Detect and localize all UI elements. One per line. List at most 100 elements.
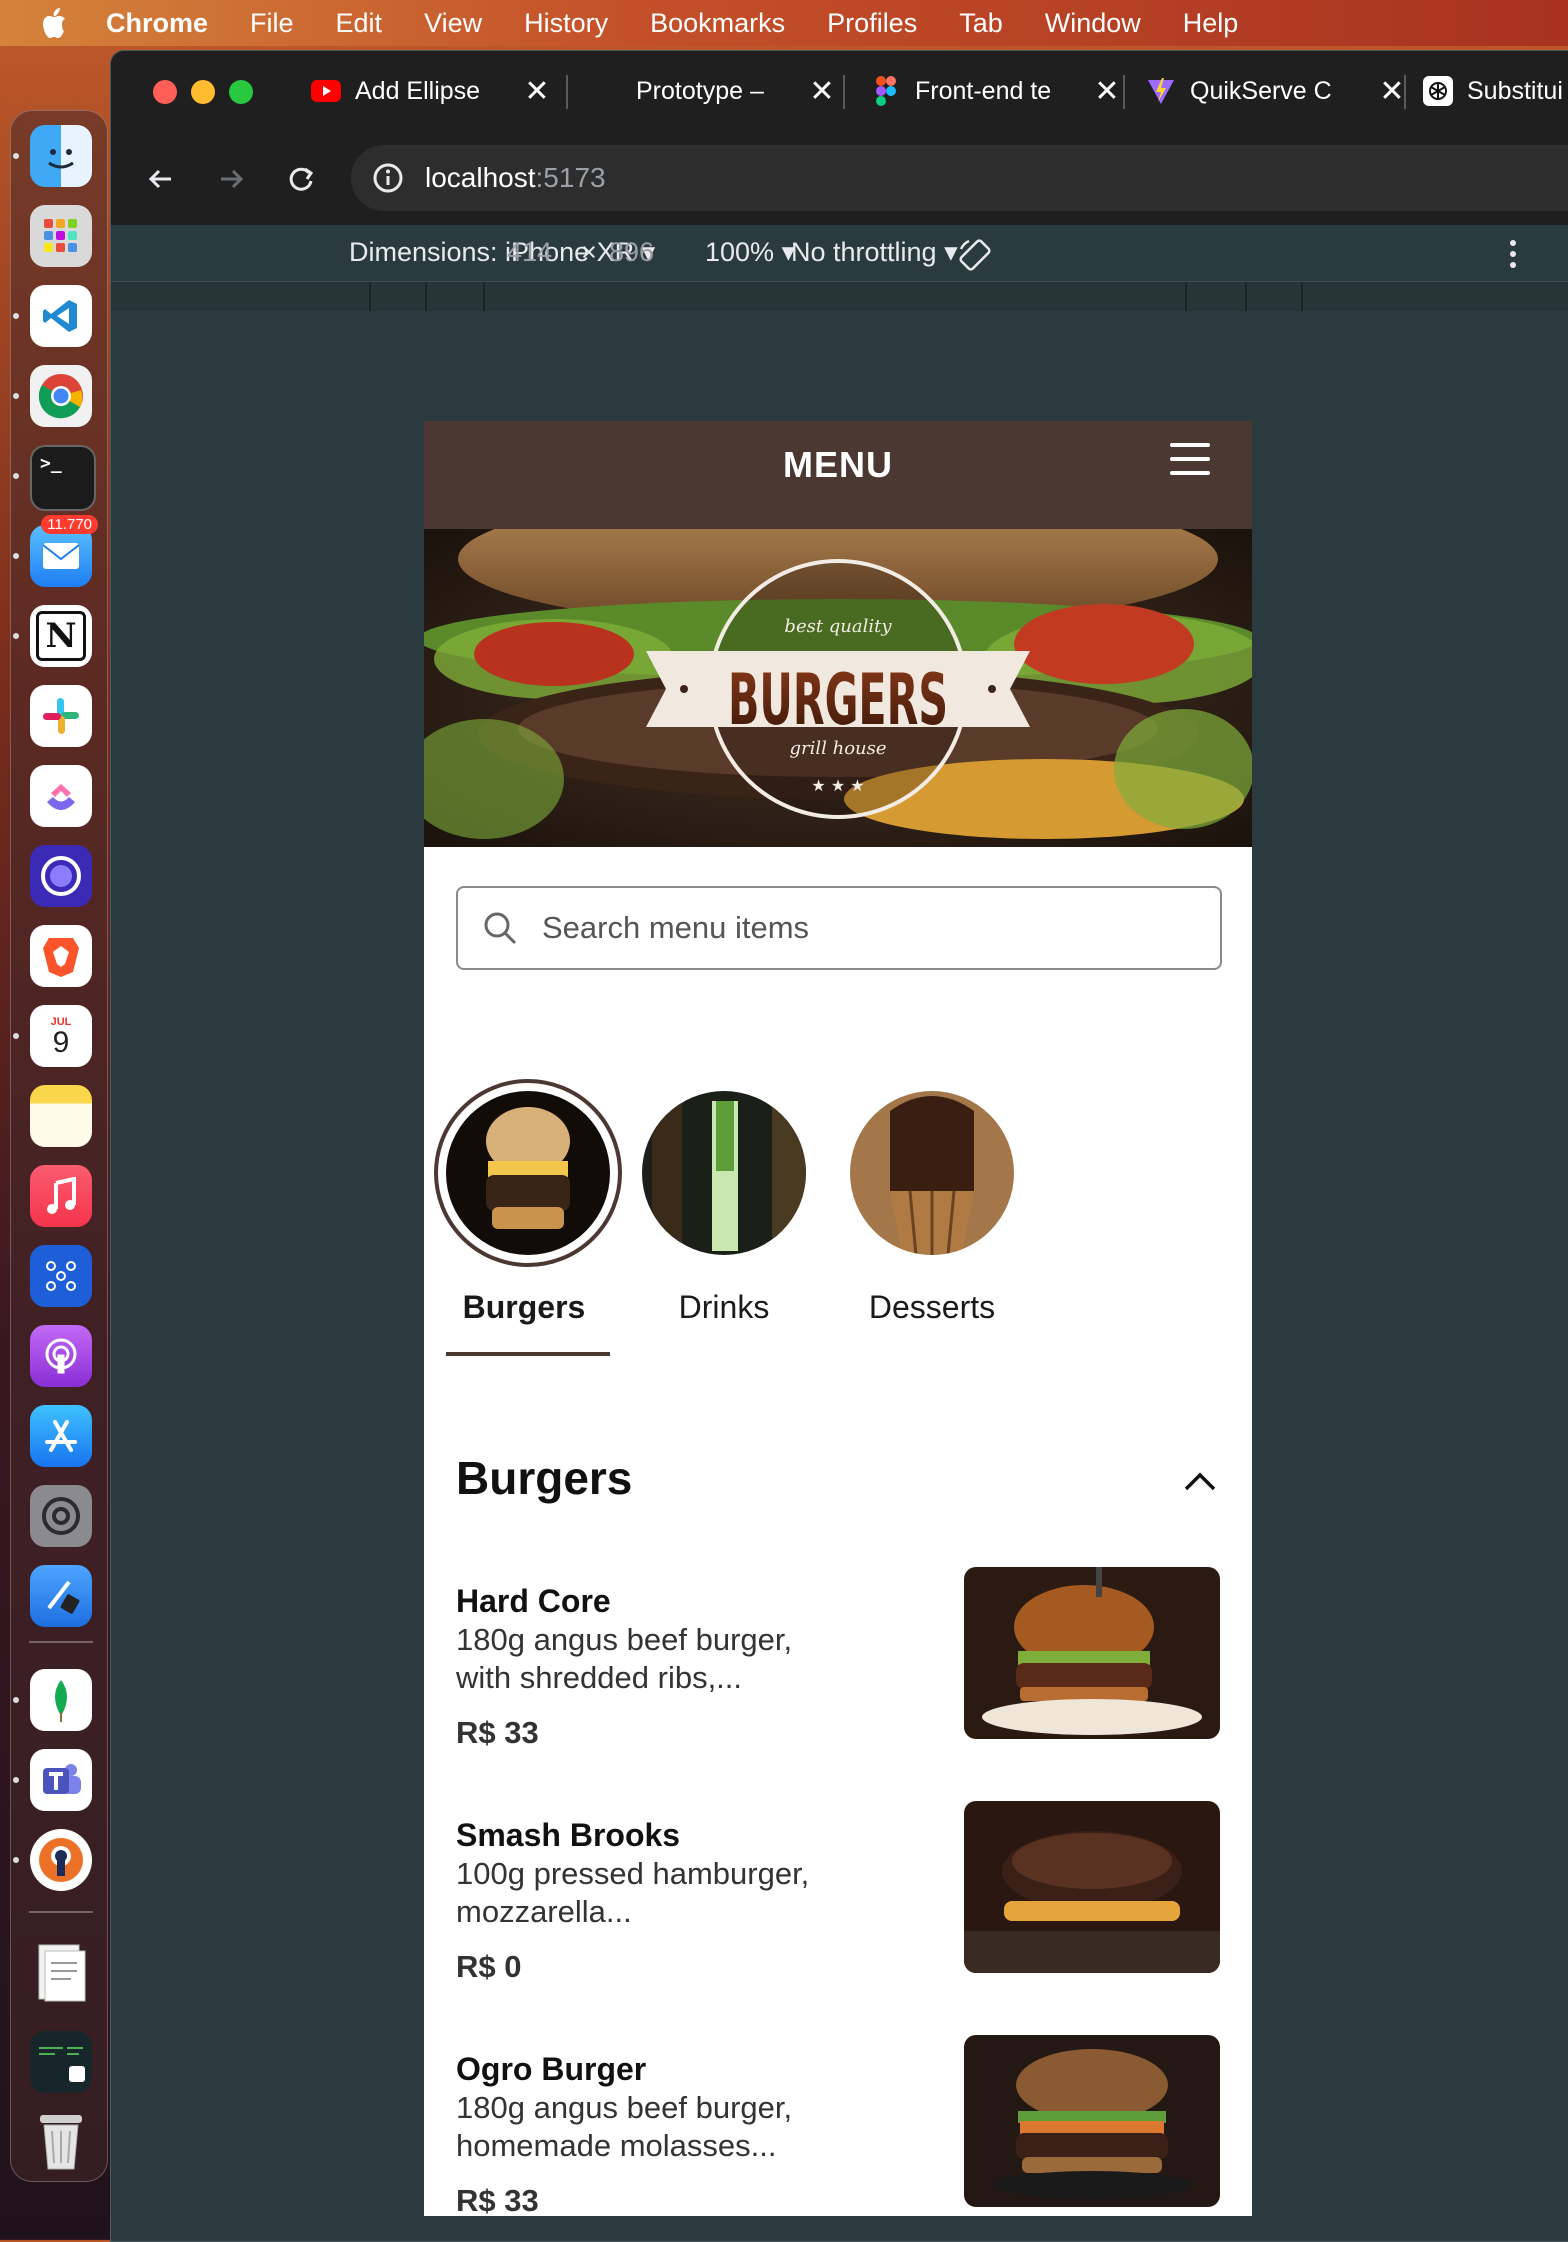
- device-height-input[interactable]: 896: [609, 237, 654, 268]
- close-window-button[interactable]: [153, 80, 177, 104]
- trash-icon[interactable]: [30, 2111, 92, 2173]
- reload-icon[interactable]: [281, 159, 321, 199]
- ruler-tick[interactable]: [1245, 282, 1247, 312]
- hamburger-menu-icon[interactable]: [1170, 443, 1210, 483]
- site-info-icon[interactable]: [371, 161, 405, 195]
- rotate-icon[interactable]: [955, 235, 995, 275]
- tab-separator: [843, 75, 845, 109]
- menu-item[interactable]: Hard Core 180g angus beef burger, with s…: [456, 1567, 1220, 1755]
- macos-menubar: Chrome File Edit View History Bookmarks …: [0, 0, 1568, 46]
- back-icon[interactable]: [141, 159, 181, 199]
- search-input[interactable]: [540, 909, 1164, 947]
- menu-view[interactable]: View: [424, 8, 482, 39]
- running-indicator: [13, 633, 19, 639]
- ruler-tick[interactable]: [1301, 282, 1303, 312]
- app-store-icon[interactable]: [30, 1405, 92, 1467]
- documents-icon[interactable]: [30, 1941, 92, 2003]
- item-price: R$ 33: [456, 1715, 539, 1750]
- graph-icon[interactable]: [30, 1245, 92, 1307]
- browser-toolbar: localhost:5173: [111, 131, 1568, 225]
- youtube-icon: [311, 76, 341, 106]
- mail-icon[interactable]: 11.770: [30, 515, 98, 587]
- calendar-icon[interactable]: JUL 9: [30, 1005, 92, 1067]
- menu-edit[interactable]: Edit: [336, 8, 383, 39]
- menu-file[interactable]: File: [250, 8, 294, 39]
- notion-icon[interactable]: N: [30, 605, 92, 667]
- teams-icon[interactable]: [30, 1749, 92, 1811]
- hero-stars: ★ ★ ★: [811, 776, 864, 795]
- tab-strip: Add Ellipse ✕ Prototype – ✕ Front-end te…: [111, 51, 1568, 131]
- more-options-icon[interactable]: [1505, 237, 1521, 271]
- notes-icon[interactable]: [30, 1085, 92, 1147]
- close-tab-icon[interactable]: ✕: [523, 74, 551, 109]
- menu-help[interactable]: Help: [1183, 8, 1239, 39]
- menu-tab[interactable]: Tab: [959, 8, 1003, 39]
- menu-chrome[interactable]: Chrome: [106, 8, 208, 39]
- close-tab-icon[interactable]: ✕: [1378, 74, 1406, 109]
- slack-icon[interactable]: [30, 685, 92, 747]
- item-image: [964, 1567, 1220, 1739]
- category-label: Burgers: [462, 1289, 586, 1325]
- category-image-desserts: [850, 1091, 1014, 1255]
- maximize-window-button[interactable]: [229, 80, 253, 104]
- tab-substitui[interactable]: Substitui: [1423, 63, 1568, 119]
- apple-icon[interactable]: [40, 7, 68, 39]
- menu-profiles[interactable]: Profiles: [827, 8, 917, 39]
- vpn-icon[interactable]: [30, 1829, 92, 1891]
- terminal-icon[interactable]: >_: [30, 445, 96, 511]
- search-field[interactable]: [456, 886, 1222, 970]
- tab-prototype[interactable]: Prototype – ✕: [636, 63, 836, 119]
- running-indicator: [13, 153, 19, 159]
- menu-bookmarks[interactable]: Bookmarks: [650, 8, 785, 39]
- device-width-input[interactable]: 414: [507, 237, 552, 268]
- menu-item[interactable]: Ogro Burger 180g angus beef burger, home…: [456, 2035, 1220, 2216]
- podcasts-icon[interactable]: [30, 1325, 92, 1387]
- tab-title: Substitui: [1467, 76, 1563, 105]
- ruler-tick[interactable]: [425, 282, 427, 312]
- ruler-tick[interactable]: [483, 282, 485, 312]
- finder-icon[interactable]: [30, 125, 92, 187]
- url-host: localhost: [425, 162, 536, 193]
- menu-item[interactable]: Smash Brooks 100g pressed hamburger, moz…: [456, 1801, 1220, 1989]
- menu-window[interactable]: Window: [1045, 8, 1141, 39]
- category-image-drinks: [642, 1091, 806, 1255]
- xcode-icon[interactable]: [30, 1565, 92, 1627]
- close-tab-icon[interactable]: ✕: [1093, 74, 1121, 109]
- running-indicator: [13, 393, 19, 399]
- vscode-icon[interactable]: [30, 285, 92, 347]
- hero-badge-bottom: grill house: [789, 738, 886, 759]
- throttling-dropdown[interactable]: No throttling ▾: [791, 237, 958, 268]
- dock-separator: [29, 1641, 93, 1643]
- tab-quikserve[interactable]: QuikServe C ✕: [1146, 63, 1406, 119]
- zoom-dropdown[interactable]: 100% ▾: [705, 237, 795, 268]
- item-name: Ogro Burger: [456, 2051, 647, 2087]
- forward-icon[interactable]: [211, 159, 251, 199]
- chevron-up-icon[interactable]: [1180, 1461, 1220, 1501]
- linear-icon[interactable]: [30, 845, 92, 907]
- tab-add-ellipse[interactable]: Add Ellipse ✕: [311, 63, 551, 119]
- running-indicator: [13, 473, 19, 479]
- address-bar[interactable]: localhost:5173: [351, 145, 1568, 211]
- close-tab-icon[interactable]: ✕: [808, 74, 836, 109]
- active-tab-underline: [446, 1352, 610, 1356]
- screenshot-icon[interactable]: [30, 2031, 92, 2093]
- clickup-icon[interactable]: [30, 765, 92, 827]
- item-image: [964, 2035, 1220, 2207]
- chrome-icon[interactable]: [30, 365, 92, 427]
- tab-front-end[interactable]: Front-end te ✕: [871, 63, 1121, 119]
- mongodb-icon[interactable]: [30, 1669, 92, 1731]
- minimize-window-button[interactable]: [191, 80, 215, 104]
- menu-history[interactable]: History: [524, 8, 608, 39]
- tab-title: Add Ellipse: [355, 76, 481, 105]
- system-settings-icon[interactable]: [30, 1485, 92, 1547]
- music-icon[interactable]: [30, 1165, 92, 1227]
- tab-separator: [1123, 75, 1125, 109]
- item-description: 180g angus beef burger, homemade molasse…: [456, 2090, 793, 2163]
- ruler-tick[interactable]: [1185, 282, 1187, 312]
- hero-badge-top: best quality: [784, 616, 892, 637]
- section-title: Burgers: [456, 1452, 633, 1504]
- brave-icon[interactable]: [30, 925, 92, 987]
- ruler-tick[interactable]: [369, 282, 371, 312]
- launchpad-icon[interactable]: [30, 205, 92, 267]
- dock-separator: [29, 1911, 93, 1913]
